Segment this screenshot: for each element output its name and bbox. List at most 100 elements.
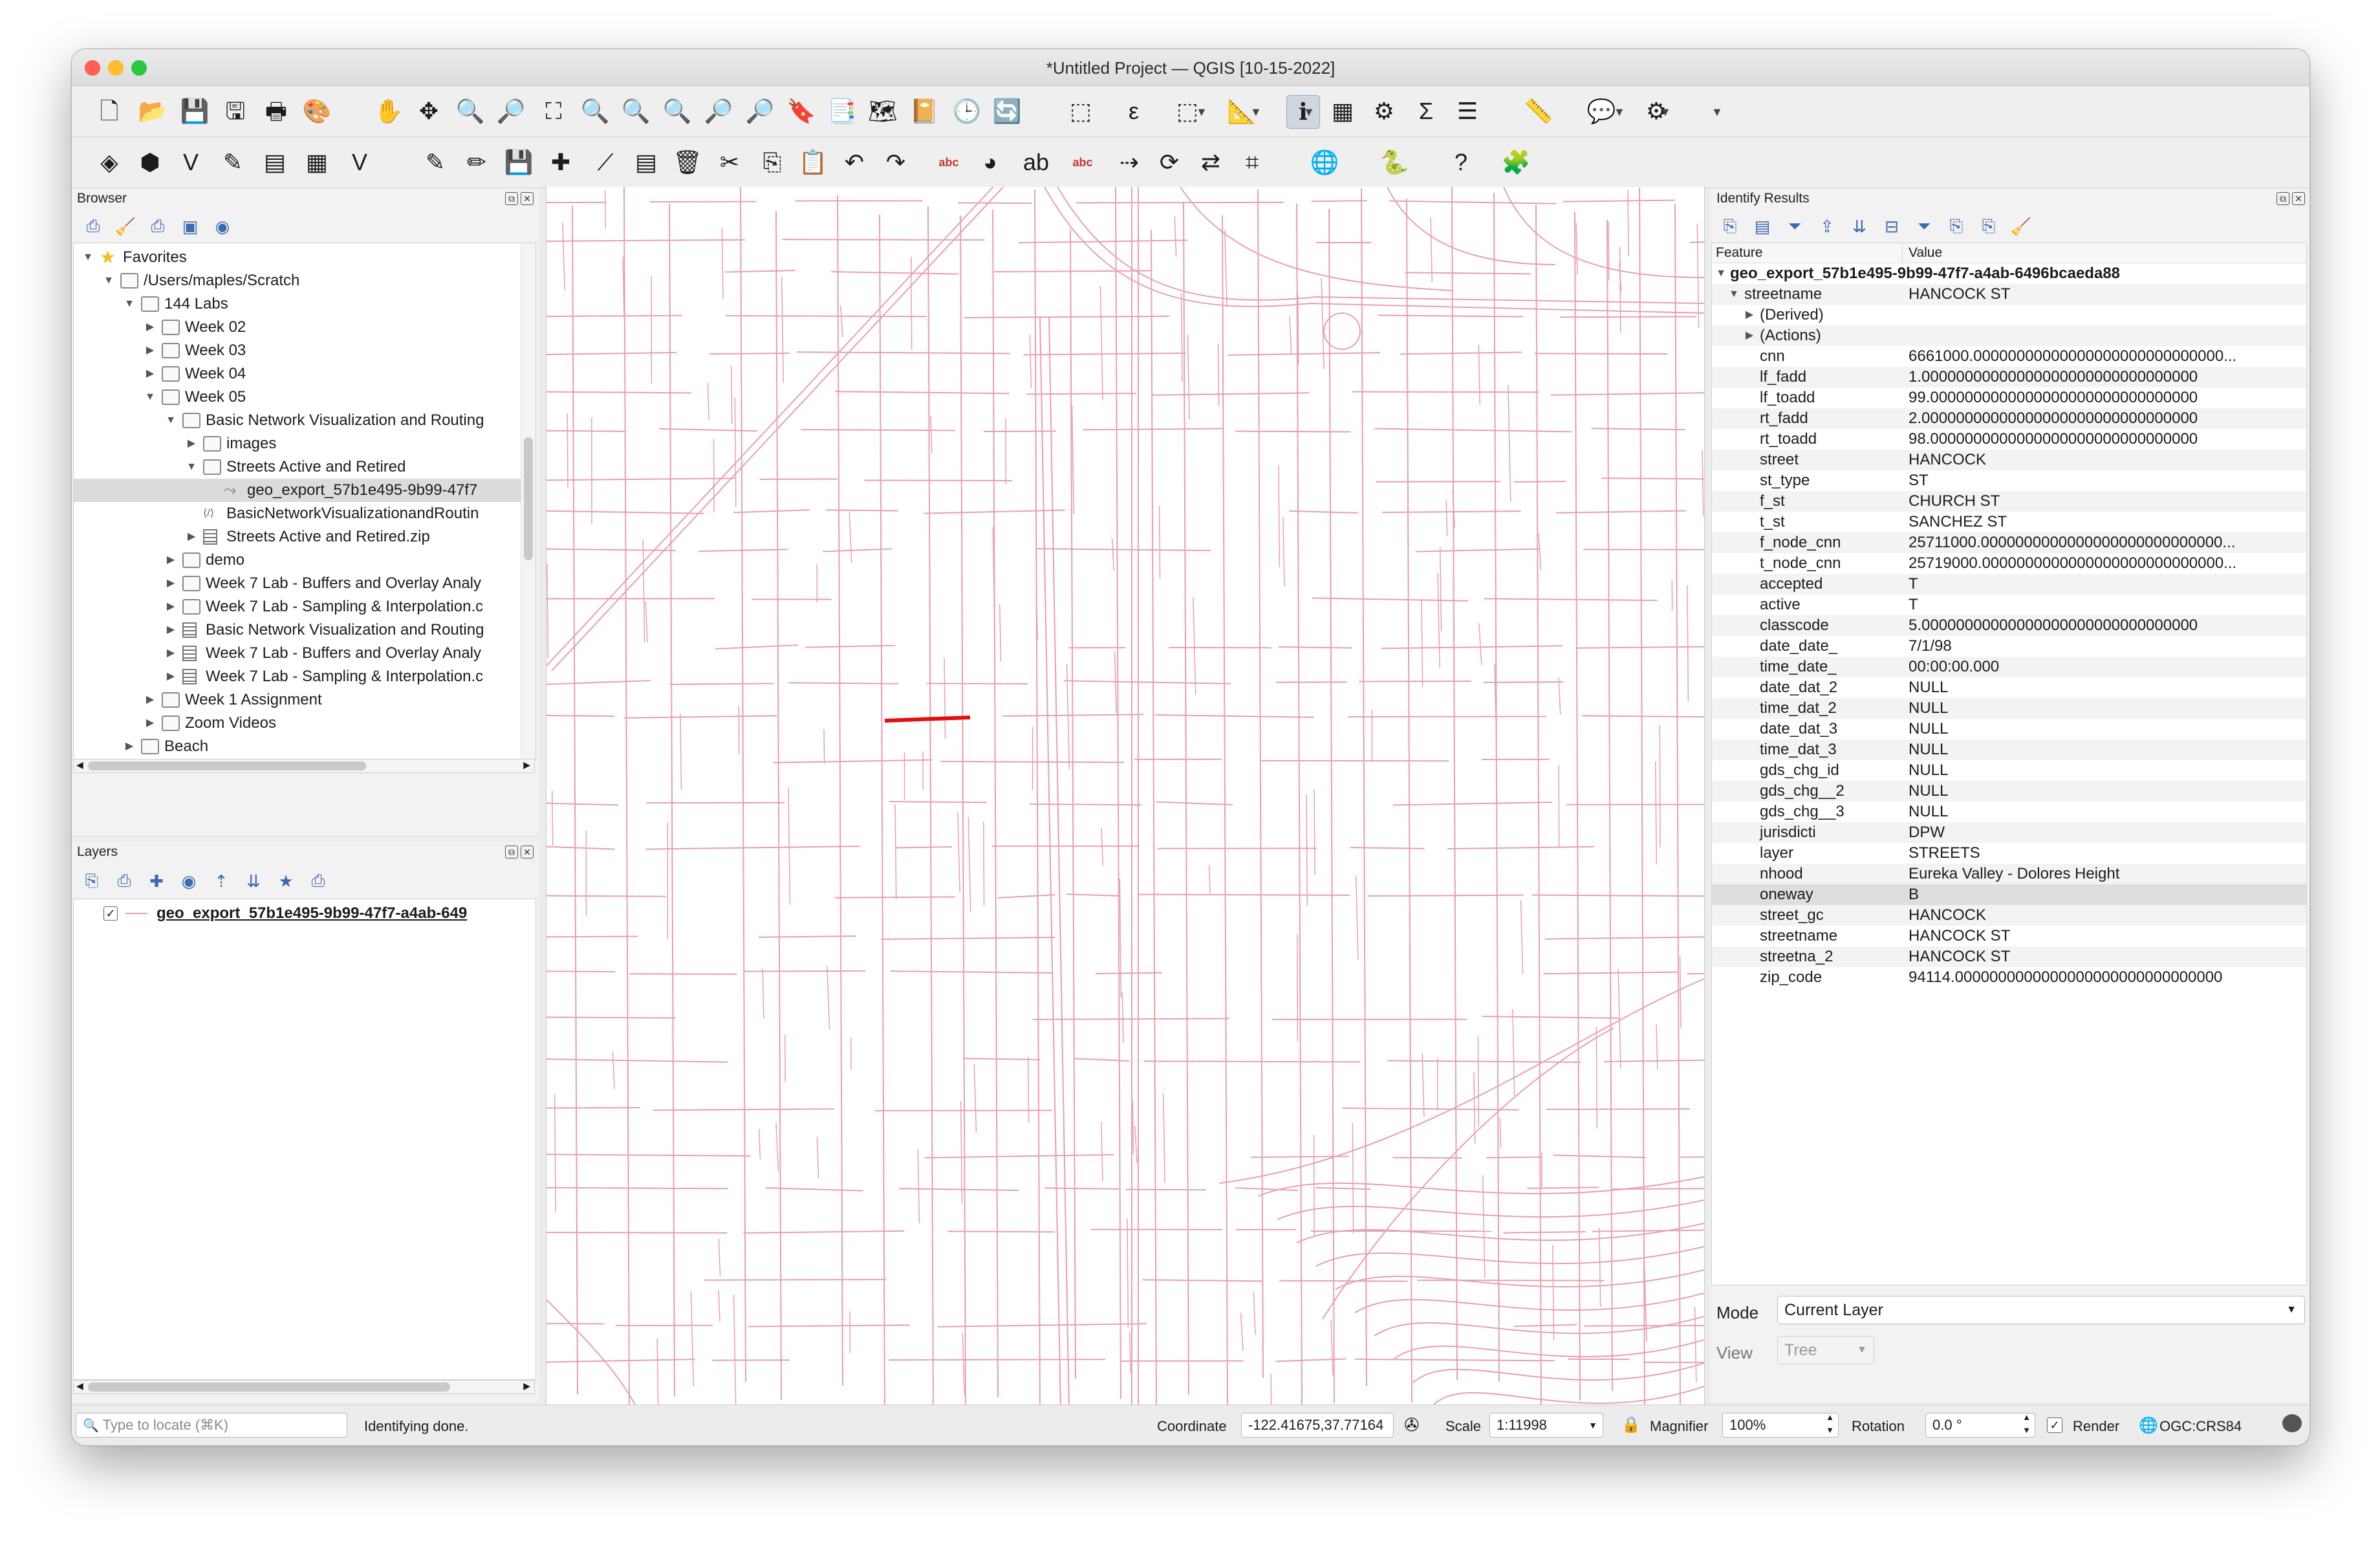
- processing-toolbox-icon[interactable]: ⚙: [1368, 95, 1400, 127]
- settings-icon[interactable]: ⎘: [1978, 215, 2000, 237]
- attribute-row[interactable]: time_date_ 00:00:00.000: [1712, 657, 2306, 677]
- expanded-arrow-icon[interactable]: ▼: [123, 292, 136, 316]
- open-table-icon[interactable]: ☰: [1451, 95, 1484, 127]
- browser-item[interactable]: ▶ Week 04: [74, 362, 536, 386]
- expanded-arrow-icon[interactable]: ▼: [185, 455, 198, 479]
- scroll-left-arrow[interactable]: ◀: [76, 1381, 83, 1392]
- close-panel-icon[interactable]: ✕: [2292, 192, 2305, 205]
- zoom-out-icon[interactable]: 🔎: [495, 95, 527, 127]
- diagram-icon[interactable]: ◕: [974, 146, 1006, 179]
- chevron-down-icon[interactable]: ▼: [1660, 105, 1671, 119]
- pin-label-icon[interactable]: ab: [1020, 146, 1052, 179]
- save-project-icon[interactable]: 💾: [178, 95, 211, 127]
- label-toolbar-icon[interactable]: ⌗: [1236, 146, 1268, 179]
- undo-icon[interactable]: ↶: [838, 146, 871, 179]
- attribute-row[interactable]: active T: [1712, 595, 2306, 615]
- layer-visibility-checkbox[interactable]: ✓: [103, 906, 118, 921]
- filter-icon[interactable]: ⎙: [147, 215, 169, 237]
- view-select[interactable]: Tree ▼: [1777, 1336, 1874, 1364]
- python-icon[interactable]: 🐍: [1378, 146, 1411, 179]
- collapse-all-icon[interactable]: ⏷: [1784, 215, 1806, 237]
- data-source-manager-icon[interactable]: ◈: [93, 146, 125, 179]
- globe-icon[interactable]: 🌐: [2139, 1416, 2158, 1435]
- collapsed-arrow-icon[interactable]: ▶: [164, 549, 177, 572]
- attribute-row[interactable]: rt_toadd 98.00000000000000000000000000000…: [1712, 429, 2306, 450]
- chevron-down-icon[interactable]: ▼: [1250, 105, 1262, 119]
- feature-column-header[interactable]: Feature: [1716, 245, 1762, 261]
- filter-legend-icon[interactable]: ◉: [178, 870, 200, 892]
- collapsed-arrow-icon[interactable]: ▶: [185, 525, 198, 549]
- messages-icon[interactable]: [2282, 1414, 2302, 1432]
- collapsed-arrow-icon[interactable]: ▶: [164, 572, 177, 595]
- edit-icon[interactable]: ✎: [419, 146, 451, 179]
- chevron-down-icon[interactable]: ▼: [1614, 105, 1625, 119]
- pan-to-selection-icon[interactable]: ✥: [413, 95, 445, 127]
- collapsed-arrow-icon[interactable]: ▶: [144, 712, 157, 735]
- browser-item[interactable]: ▶ Basic Network Visualization and Routing: [74, 618, 536, 642]
- expanded-arrow-icon[interactable]: ▼: [102, 269, 115, 292]
- expand-tree-icon[interactable]: ⎘: [1719, 215, 1741, 237]
- scale-combo[interactable]: 1:11998 ▼: [1489, 1413, 1603, 1437]
- print-icon[interactable]: ⏷: [1913, 215, 1935, 237]
- browser-item[interactable]: ▼ Basic Network Visualization and Routing: [74, 409, 536, 432]
- magnifier-spinbox[interactable]: 100% ▲ ▼: [1722, 1413, 1839, 1437]
- browser-item[interactable]: ▼ ★ Favorites: [74, 246, 536, 269]
- expand-all-icon[interactable]: ⇊: [243, 870, 265, 892]
- derived-group-row[interactable]: ▶ (Derived): [1712, 305, 2306, 325]
- copy-icon[interactable]: ⎘: [756, 146, 788, 179]
- attribute-row[interactable]: streetname HANCOCK ST: [1712, 926, 2306, 946]
- zoom-to-layer-icon[interactable]: 🔍: [620, 95, 652, 127]
- attribute-row[interactable]: f_node_cnn 25711000.000000000000000000000…: [1712, 532, 2306, 553]
- style-manager-icon[interactable]: 🎨: [301, 95, 333, 127]
- chevron-down-icon[interactable]: ▼: [1711, 105, 1723, 119]
- properties-icon[interactable]: ◉: [211, 215, 233, 237]
- attribute-row[interactable]: oneway B: [1712, 884, 2306, 905]
- new-vector-icon[interactable]: V: [343, 146, 376, 179]
- help-icon[interactable]: 🧹: [2010, 215, 2032, 237]
- float-panel-icon[interactable]: ⧉: [2277, 192, 2289, 205]
- browser-item[interactable]: ▼ Streets Active and Retired: [74, 455, 536, 479]
- expanded-arrow-icon[interactable]: ▼: [1727, 284, 1740, 305]
- browser-item[interactable]: ▶ Week 7 Lab - Sampling & Interpolation.c: [74, 665, 536, 688]
- coordinate-field[interactable]: -122.41675,37.77164: [1241, 1413, 1394, 1437]
- new-geopackage-icon[interactable]: ⬢: [134, 146, 166, 179]
- statistical-summary-icon[interactable]: Σ: [1410, 95, 1442, 127]
- identify-layer-row[interactable]: ▼ geo_export_57b1e495-9b99-47f7-a4ab-649…: [1712, 263, 2306, 284]
- map-canvas[interactable]: [546, 187, 1705, 1408]
- browser-h-scrollbar[interactable]: ◀ ▶: [73, 759, 535, 773]
- browser-v-scroll-thumb[interactable]: [524, 437, 533, 560]
- collapsed-arrow-icon[interactable]: ▶: [164, 618, 177, 642]
- attribute-row[interactable]: date_dat_3 NULL: [1712, 719, 2306, 739]
- browser-v-scrollbar[interactable]: [521, 243, 536, 760]
- browser-item[interactable]: ▶ Streets Active and Retired.zip: [74, 525, 536, 549]
- vertex-tool-icon[interactable]: ⟋: [589, 146, 622, 179]
- browser-item[interactable]: ▶ Week 03: [74, 339, 536, 362]
- value-column-header[interactable]: Value: [1909, 245, 1942, 261]
- attribute-row[interactable]: zip_code 94114.00000000000000000000000000…: [1712, 967, 2306, 988]
- attribute-row[interactable]: gds_chg__2 NULL: [1712, 781, 2306, 802]
- print-layout-icon[interactable]: 🖶: [260, 95, 292, 127]
- identify-results-tree[interactable]: Feature Value ▼ geo_export_57b1e495-9b99…: [1711, 243, 2307, 1285]
- digitize-icon[interactable]: ✎: [217, 146, 249, 179]
- browser-item[interactable]: ⤳ geo_export_57b1e495-9b99-47f7: [74, 479, 536, 502]
- attribute-row[interactable]: lf_fadd 1.0000000000000000000000000000000…: [1712, 367, 2306, 388]
- collapsed-arrow-icon[interactable]: ▶: [1743, 325, 1756, 346]
- expand-all-icon[interactable]: ▤: [1751, 215, 1773, 237]
- float-panel-icon[interactable]: ⧉: [505, 192, 518, 205]
- browser-tree[interactable]: ▼ ★ Favorites ▼/Users/maples/Scratch ▼ 144 La…: [73, 243, 536, 760]
- clear-results-icon[interactable]: ⇊: [1848, 215, 1870, 237]
- cut-icon[interactable]: ✂: [713, 146, 746, 179]
- chevron-down-icon[interactable]: ▼: [1303, 105, 1315, 119]
- lock-scale-icon[interactable]: 🔒: [1621, 1415, 1641, 1434]
- georeferencer-icon[interactable]: 🌐: [1308, 146, 1341, 179]
- show-label-icon[interactable]: abc: [1066, 146, 1099, 179]
- scroll-left-arrow[interactable]: ◀: [76, 760, 83, 770]
- attribute-row[interactable]: time_dat_2 NULL: [1712, 698, 2306, 719]
- collapsed-arrow-icon[interactable]: ▶: [185, 432, 198, 455]
- attribute-row[interactable]: layer STREETS: [1712, 843, 2306, 864]
- remove-layer-icon[interactable]: ⎙: [307, 870, 329, 892]
- attribute-row[interactable]: accepted T: [1712, 574, 2306, 595]
- browser-item[interactable]: ▶ Week 7 Lab - Buffers and Overlay Analy: [74, 642, 536, 665]
- attribute-row[interactable]: t_st SANCHEZ ST: [1712, 512, 2306, 532]
- mode-select[interactable]: Current Layer ▼: [1777, 1296, 2305, 1324]
